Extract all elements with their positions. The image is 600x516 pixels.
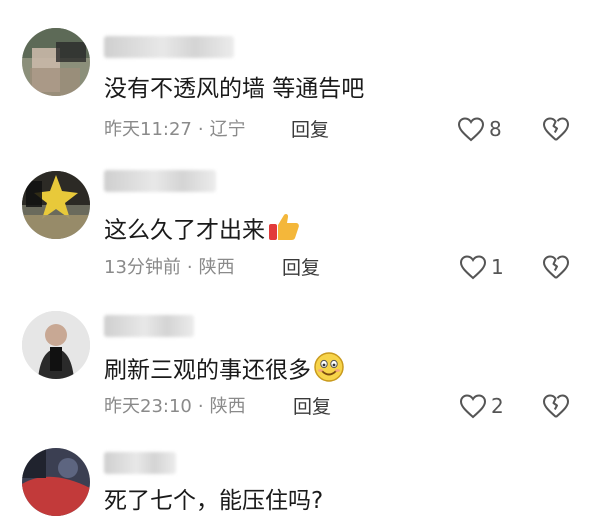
like-count: 8	[489, 117, 502, 141]
heart-icon	[459, 394, 487, 419]
reply-button[interactable]: 回复	[282, 256, 320, 280]
meta-separator: ·	[197, 119, 204, 140]
comment-text-content: 刷新三观的事还很多	[104, 357, 311, 384]
meta-separator: ·	[197, 396, 204, 417]
comment-meta: 昨天11:27 · 辽宁	[104, 118, 246, 142]
dislike-button[interactable]	[541, 116, 571, 146]
broken-heart-icon	[543, 117, 570, 141]
reply-button[interactable]: 回复	[291, 118, 329, 142]
like-button[interactable]: 2	[459, 393, 504, 419]
avatar[interactable]	[22, 311, 90, 379]
username-blurred[interactable]	[104, 170, 216, 192]
comment-text: 刷新三观的事还很多	[104, 351, 345, 391]
smiley-face-icon	[313, 351, 345, 391]
comment-time: 昨天11:27	[104, 119, 192, 140]
comment-item: 没有不透风的墙 等通告吧 昨天11:27 · 辽宁 回复 8	[0, 0, 600, 150]
broken-heart-icon	[543, 394, 570, 418]
heart-icon	[459, 255, 487, 280]
comment-time: 13分钟前	[104, 257, 181, 278]
comment-item: 这么久了才出来 13分钟前 · 陕西 回复 1	[0, 150, 600, 295]
avatar[interactable]	[22, 28, 90, 96]
like-count: 2	[491, 394, 504, 418]
comment-text-content: 这么久了才出来	[104, 217, 265, 244]
like-button[interactable]: 1	[459, 254, 504, 280]
username-blurred[interactable]	[104, 452, 176, 474]
comment-location: 陕西	[198, 257, 235, 278]
like-count: 1	[491, 255, 504, 279]
broken-heart-icon	[543, 255, 570, 279]
comment-item: 刷新三观的事还很多 昨天23:10 · 陕西 回复 2	[0, 295, 600, 440]
comment-meta: 13分钟前 · 陕西	[104, 256, 235, 280]
comment-location: 陕西	[209, 396, 246, 417]
reply-button[interactable]: 回复	[293, 395, 331, 419]
comment-item: 死了七个，能压住吗?	[0, 440, 600, 516]
dislike-button[interactable]	[541, 254, 571, 284]
heart-icon	[457, 117, 485, 142]
dislike-button[interactable]	[541, 393, 571, 423]
comment-location: 辽宁	[209, 119, 246, 140]
meta-separator: ·	[186, 257, 193, 278]
avatar[interactable]	[22, 448, 90, 516]
username-blurred[interactable]	[104, 36, 234, 58]
comment-text: 这么久了才出来	[104, 212, 301, 250]
comment-text: 没有不透风的墙 等通告吧	[104, 76, 365, 102]
username-blurred[interactable]	[104, 315, 194, 337]
like-button[interactable]: 8	[457, 116, 502, 142]
comment-meta: 昨天23:10 · 陕西	[104, 395, 246, 419]
avatar[interactable]	[22, 171, 90, 239]
thumbs-up-icon	[267, 212, 301, 250]
comment-time: 昨天23:10	[104, 396, 192, 417]
